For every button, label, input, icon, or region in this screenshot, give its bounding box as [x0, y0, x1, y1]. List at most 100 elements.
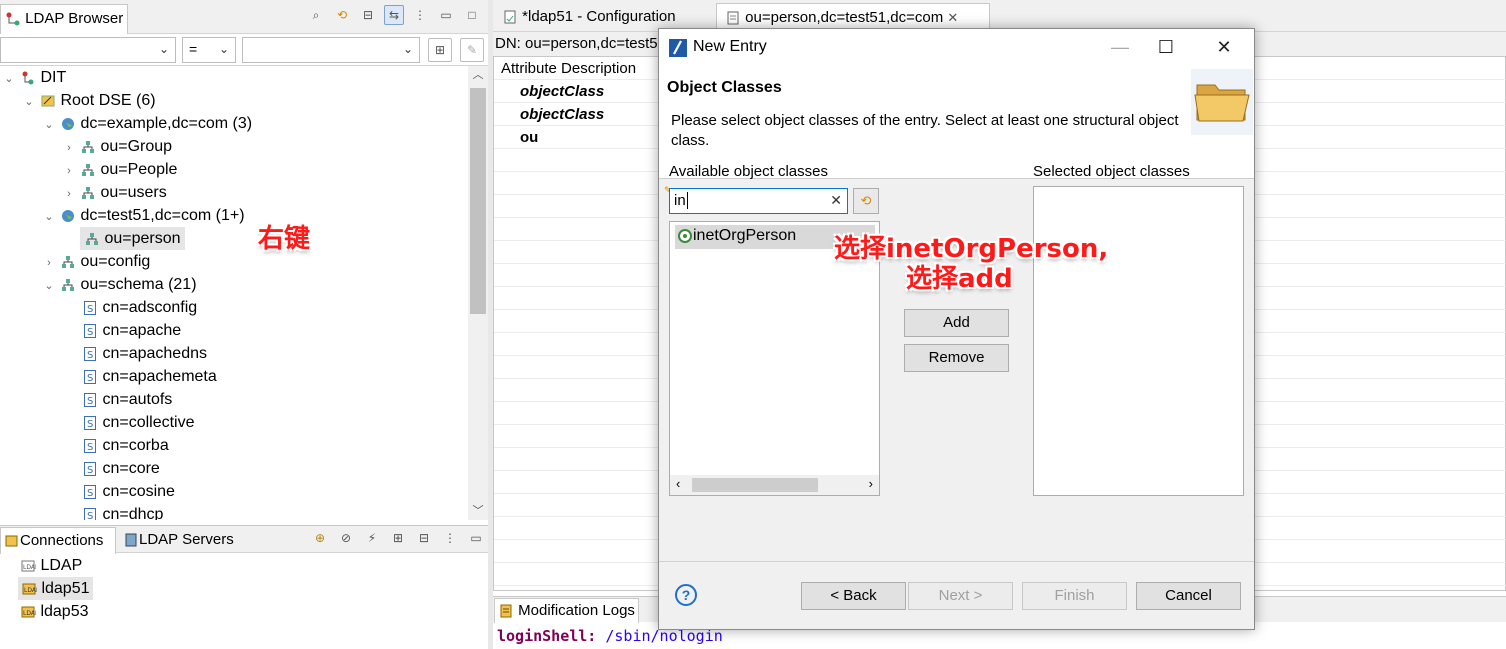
collapse-all-icon[interactable]: ⊟: [414, 528, 434, 548]
minimize-window-icon[interactable]: —: [1097, 33, 1143, 61]
tree-item-schema-entry[interactable]: S cn=collective: [82, 411, 195, 434]
maximize-icon[interactable]: □: [462, 5, 482, 25]
tree-item-schema-entry[interactable]: S cn=adsconfig: [82, 296, 197, 319]
tools-icon[interactable]: ✎: [460, 38, 484, 62]
tab-ldap-browser-label: LDAP Browser: [25, 10, 124, 27]
object-class-filter-input[interactable]: in ✕: [669, 188, 848, 214]
add-button[interactable]: Add: [904, 309, 1009, 337]
clear-icon[interactable]: ✕: [830, 192, 842, 209]
root-dse-icon: [41, 95, 55, 107]
refresh-icon[interactable]: ⟲: [853, 188, 879, 214]
tree-item-schema-entry[interactable]: S cn=cosine: [82, 480, 175, 503]
new-entry-dialog: New Entry — ☐ ✕ Object Classes Please se…: [658, 28, 1255, 630]
connection-item-selected[interactable]: LDAP ldap51: [18, 577, 93, 600]
tree-item-people[interactable]: › ou=People: [62, 158, 177, 181]
ou-icon: [82, 163, 94, 176]
tree-item-label: dc=test51,dc=com (1+): [80, 207, 245, 224]
tree-item-label: cn=collective: [102, 414, 195, 431]
tree-item-group[interactable]: › ou=Group: [62, 135, 172, 158]
schema-icon: S: [84, 346, 96, 361]
connection-item[interactable]: LDAP ldap53: [20, 600, 89, 623]
globe-icon: [62, 209, 74, 222]
tree-item-label: cn=apachedns: [102, 345, 207, 362]
svg-text:S: S: [87, 396, 93, 407]
tree-item-person[interactable]: ou=person: [80, 227, 185, 250]
chevron-up-icon[interactable]: ︿: [468, 66, 488, 82]
tree-item-schema-entry[interactable]: S cn=apachemeta: [82, 365, 217, 388]
selected-classes-label: Selected object classes: [1033, 163, 1190, 180]
chevron-down-icon[interactable]: ﹀: [468, 502, 488, 518]
connection-item[interactable]: LDAP LDAP: [20, 554, 82, 577]
link-with-editor-icon[interactable]: ⇆: [384, 5, 404, 25]
ldap-browser-toolbar: ⌕ ⟲ ⊟ ⇆ ⋮ ▭ □: [306, 5, 482, 27]
view-menu-icon[interactable]: ⋮: [410, 5, 430, 25]
scrollbar-thumb[interactable]: [692, 478, 818, 492]
help-icon[interactable]: ?: [675, 584, 697, 606]
expand-all-icon[interactable]: ⊞: [388, 528, 408, 548]
tree-item-config[interactable]: › ou=config: [42, 250, 150, 273]
schema-icon: S: [84, 507, 96, 520]
tree-item-schema-entry[interactable]: S cn=apachedns: [82, 342, 207, 365]
remove-button[interactable]: Remove: [904, 344, 1009, 372]
maximize-window-icon[interactable]: ☐: [1143, 33, 1189, 61]
search-icon[interactable]: ⌕: [306, 5, 326, 25]
tree-item-root-dse[interactable]: ⌄ Root DSE (6): [22, 89, 156, 112]
cancel-button[interactable]: Cancel: [1136, 582, 1241, 610]
tab-modification-logs[interactable]: Modification Logs: [494, 598, 639, 623]
tab-label: *ldap51 - Configuration: [522, 8, 676, 25]
filter-operator-combo[interactable]: = ⌄: [182, 37, 236, 63]
ou-icon: [82, 140, 94, 153]
finish-button[interactable]: Finish: [1022, 582, 1127, 610]
schema-icon: S: [84, 300, 96, 315]
horizontal-scrollbar[interactable]: ‹ ›: [670, 475, 879, 495]
schema-icon: S: [84, 323, 96, 338]
tree-item-schema-entry[interactable]: S cn=core: [82, 457, 160, 480]
filter-attribute-combo[interactable]: ⌄: [0, 37, 176, 63]
collapse-all-icon[interactable]: ⊟: [358, 5, 378, 25]
filter-value-combo[interactable]: ⌄: [242, 37, 420, 63]
close-window-icon[interactable]: ✕: [1201, 33, 1247, 61]
schema-icon: S: [84, 415, 96, 430]
new-connection-icon[interactable]: ⊕: [310, 528, 330, 548]
refresh-icon[interactable]: ⟲: [332, 5, 352, 25]
tree-item-schema[interactable]: ⌄ ou=schema (21): [42, 273, 196, 296]
minimize-icon[interactable]: ▭: [466, 528, 486, 548]
view-menu-icon[interactable]: ⋮: [440, 528, 460, 548]
ou-icon: [62, 255, 74, 268]
back-button[interactable]: < Back: [801, 582, 906, 610]
connect-icon[interactable]: ⚡: [362, 528, 382, 548]
next-button[interactable]: Next >: [908, 582, 1013, 610]
filter-bar: ⌄ = ⌄ ⌄ ⊞ ✎: [0, 34, 488, 66]
chevron-right-icon: ›: [47, 257, 51, 269]
tab-ldap-servers[interactable]: LDAP Servers: [120, 527, 237, 554]
object-class-icon: [678, 228, 692, 243]
tree-item-label: ou=Group: [100, 138, 173, 155]
svg-text:S: S: [87, 350, 93, 361]
tree-item-dit[interactable]: ⌄ DIT: [2, 66, 66, 89]
minimize-icon[interactable]: ▭: [436, 5, 456, 25]
chevron-left-icon[interactable]: ‹: [676, 476, 680, 491]
close-icon[interactable]: ✕: [947, 10, 958, 25]
connections-tabbar: Connections LDAP Servers ⊕ ⊘ ⚡ ⊞ ⊟ ⋮ ▭ □: [0, 525, 506, 554]
tree-item-schema-entry[interactable]: S cn=dhcp: [82, 503, 163, 520]
tree-item-users[interactable]: › ou=users: [62, 181, 167, 204]
tree-item-schema-entry[interactable]: S cn=apache: [82, 319, 181, 342]
connection-label: LDAP: [40, 557, 83, 574]
server-icon: [125, 533, 137, 547]
tab-ldap-browser[interactable]: LDAP Browser: [0, 4, 128, 34]
tree-item-label: cn=apache: [102, 322, 182, 339]
chevron-right-icon[interactable]: ›: [869, 476, 873, 491]
tree-item-schema-entry[interactable]: S cn=corba: [82, 434, 169, 457]
hierarchy-icon[interactable]: ⊞: [428, 38, 452, 62]
tree-item-schema-entry[interactable]: S cn=autofs: [82, 388, 172, 411]
tree-item-label: ou=People: [100, 161, 178, 178]
schema-icon: S: [84, 484, 96, 499]
connections-list: LDAP LDAP LDAP ldap51 LDAP ldap53: [0, 553, 488, 649]
tab-connections[interactable]: Connections: [0, 527, 116, 554]
tree-item-label: Root DSE (6): [60, 92, 156, 109]
tree-item-example[interactable]: ⌄ dc=example,dc=com (3): [42, 112, 252, 135]
tree-item-test51[interactable]: ⌄ dc=test51,dc=com (1+): [42, 204, 245, 227]
page-title: Object Classes: [667, 79, 782, 96]
disconnect-icon[interactable]: ⊘: [336, 528, 356, 548]
tree-scrollbar-thumb[interactable]: [470, 88, 486, 314]
